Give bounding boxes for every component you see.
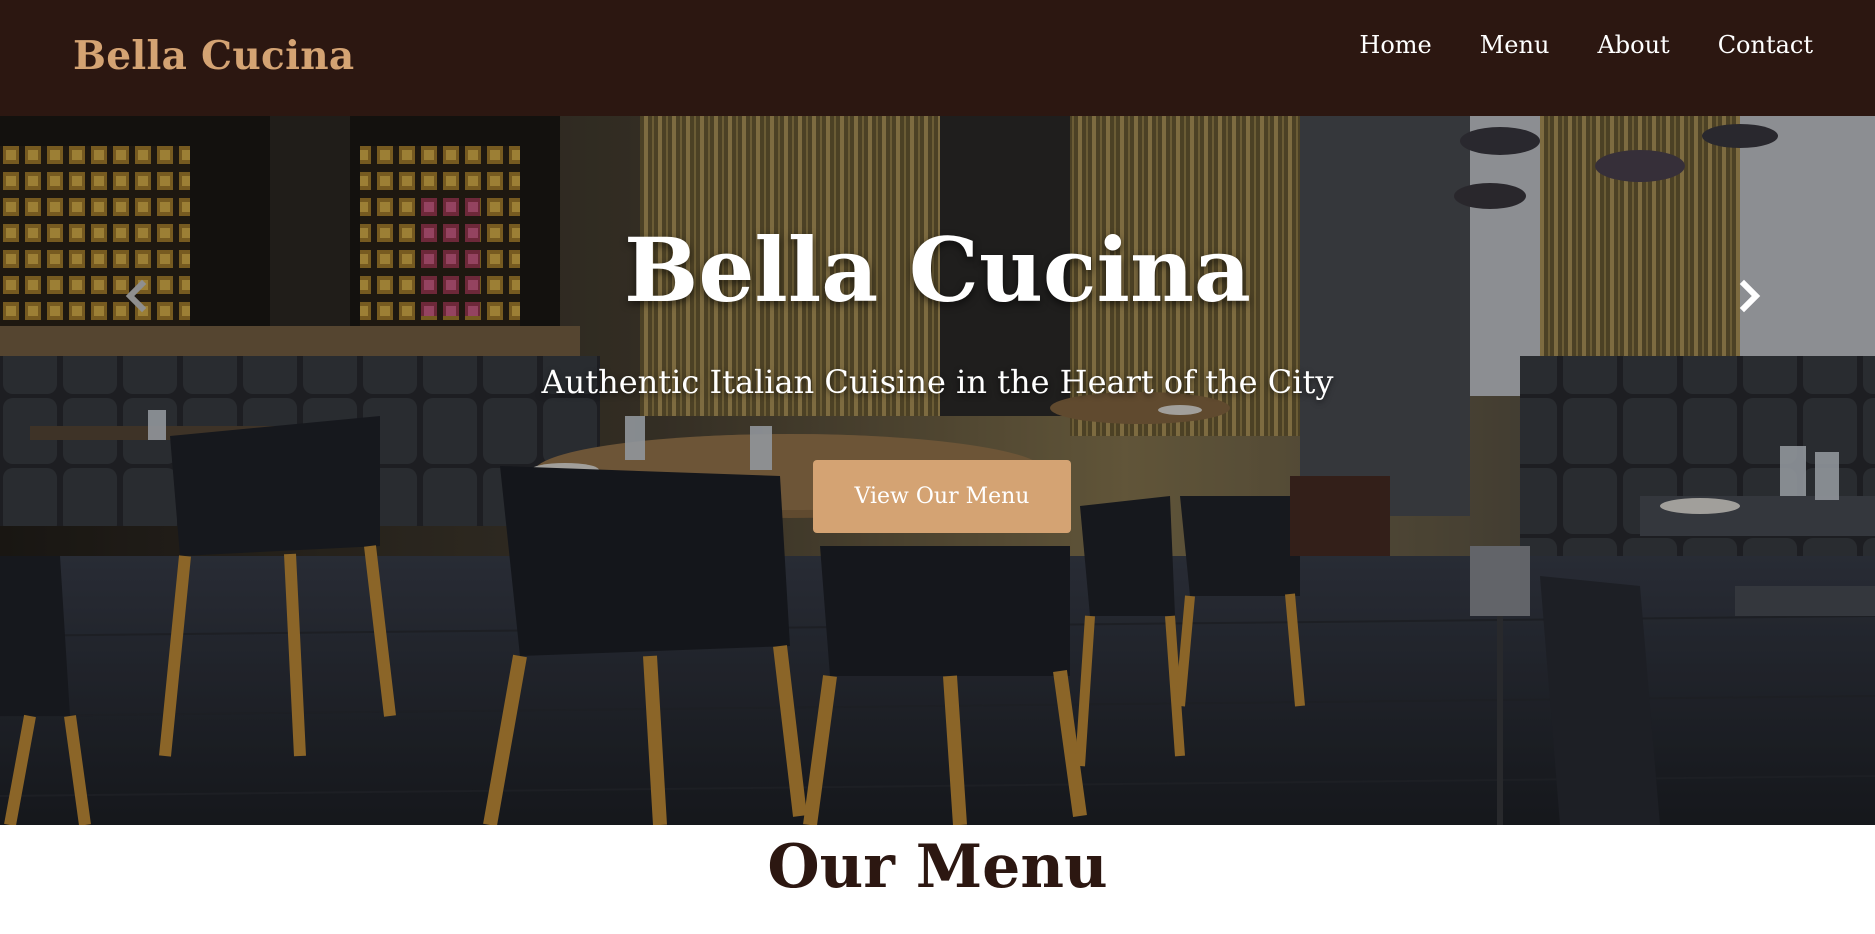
hero-title: Bella Cucina xyxy=(624,218,1251,322)
menu-section: Our Menu xyxy=(0,825,1875,934)
site-header: Bella Cucina Home Menu About Contact xyxy=(0,0,1875,116)
nav-item-about[interactable]: About xyxy=(1597,27,1669,63)
nav-item-contact[interactable]: Contact xyxy=(1718,27,1813,63)
nav-item-home[interactable]: Home xyxy=(1359,27,1431,63)
brand-logo[interactable]: Bella Cucina xyxy=(73,30,354,82)
hero-subtitle: Authentic Italian Cuisine in the Heart o… xyxy=(541,363,1334,401)
view-menu-button[interactable]: View Our Menu xyxy=(813,460,1071,533)
nav-item-menu[interactable]: Menu xyxy=(1480,27,1550,63)
menu-section-heading: Our Menu xyxy=(767,832,1108,902)
hero-carousel: Bella Cucina Authentic Italian Cuisine i… xyxy=(0,116,1875,825)
main-nav: Home Menu About Contact xyxy=(1359,27,1813,63)
